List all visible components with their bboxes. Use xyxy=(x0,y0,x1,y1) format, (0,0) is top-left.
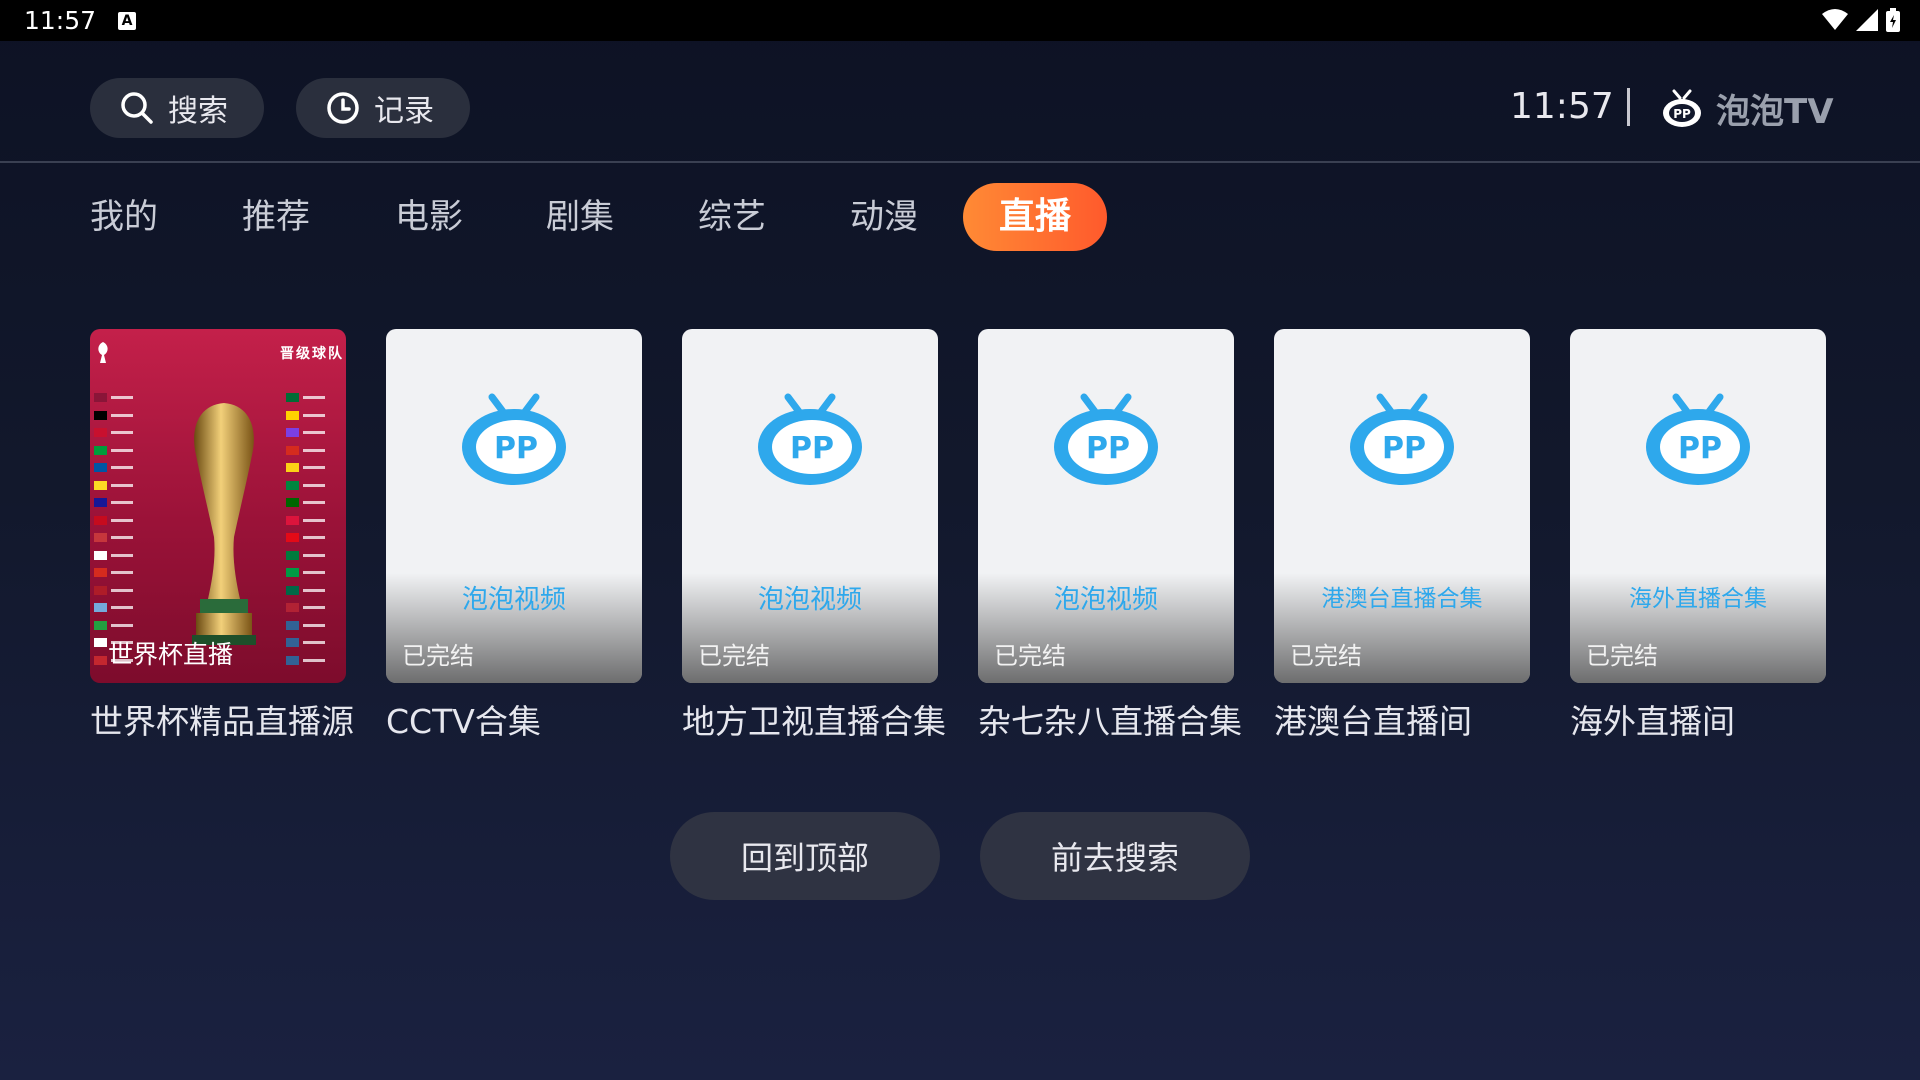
tab-mine[interactable]: 我的 xyxy=(90,183,158,251)
pp-tv-icon: PP xyxy=(1663,89,1701,127)
svg-text:PP: PP xyxy=(790,431,834,466)
history-button[interactable]: 记录 xyxy=(296,78,470,138)
pp-logo-icon: PP xyxy=(1054,393,1158,485)
pp-logo-icon: PP xyxy=(758,393,862,485)
card-status: 已完结 xyxy=(994,642,1066,670)
header-separator xyxy=(1627,88,1630,126)
trophy-icon xyxy=(192,403,256,645)
card-local-tv[interactable]: PP 泡泡视频 已完结 地方卫视直播合集 xyxy=(682,329,946,743)
card-subtitle: 港澳台直播合集 xyxy=(1321,586,1483,612)
brand-name: 泡泡TV xyxy=(1716,92,1834,132)
svg-text:PP: PP xyxy=(1673,107,1691,121)
status-time: 11:57 xyxy=(24,6,97,35)
battery-icon xyxy=(1886,8,1900,32)
card-thumbnail: PP 泡泡视频 已完结 xyxy=(386,329,642,683)
world-cup-emblem-icon xyxy=(98,342,108,363)
card-status: 已完结 xyxy=(1586,642,1658,670)
tab-anime[interactable]: 动漫 xyxy=(850,183,918,251)
svg-text:PP: PP xyxy=(1382,431,1426,466)
card-subtitle: 泡泡视频 xyxy=(461,585,566,615)
clock-icon xyxy=(326,91,360,125)
pp-logo-icon: PP xyxy=(462,393,566,485)
card-title: 港澳台直播间 xyxy=(1274,702,1472,741)
tab-movies[interactable]: 电影 xyxy=(395,183,463,251)
tab-recommend[interactable]: 推荐 xyxy=(242,183,310,251)
card-status: 已完结 xyxy=(402,642,474,670)
tab-variety[interactable]: 综艺 xyxy=(698,183,766,251)
search-label: 搜索 xyxy=(168,94,228,129)
poster-heading: 晋级球队 xyxy=(280,346,344,362)
card-title: 杂七杂八直播合集 xyxy=(978,702,1242,741)
card-world-cup[interactable]: 晋级球队 世界杯直播 世界杯精品直播源 xyxy=(90,329,354,743)
status-bar: 11:57 A xyxy=(0,0,1920,41)
card-title: 世界杯精品直播源 xyxy=(90,702,354,741)
tab-series[interactable]: 剧集 xyxy=(546,183,614,251)
card-subtitle: 泡泡视频 xyxy=(1053,585,1158,615)
header-clock: 11:57 xyxy=(1510,86,1614,127)
card-subtitle: 泡泡视频 xyxy=(757,585,862,615)
svg-text:PP: PP xyxy=(494,431,538,466)
pp-logo-icon: PP xyxy=(1350,393,1454,485)
card-status: 已完结 xyxy=(698,642,770,670)
card-misc[interactable]: PP 泡泡视频 已完结 杂七杂八直播合集 xyxy=(978,329,1242,743)
history-label: 记录 xyxy=(374,94,434,129)
flags-left xyxy=(94,389,133,669)
card-status: 已完结 xyxy=(1290,642,1362,670)
card-title: CCTV合集 xyxy=(386,702,541,741)
tab-live[interactable]: 直播 xyxy=(963,183,1108,251)
card-thumbnail: PP 港澳台直播合集 已完结 xyxy=(1274,329,1530,683)
pp-logo-icon: PP xyxy=(1646,393,1750,485)
flags-right xyxy=(286,389,325,669)
card-cctv[interactable]: PP 泡泡视频 已完结 CCTV合集 xyxy=(386,329,642,743)
go-search-button[interactable]: 前去搜索 xyxy=(980,812,1250,900)
svg-text:PP: PP xyxy=(1086,431,1130,466)
card-hk-macau-taiwan[interactable]: PP 港澳台直播合集 已完结 港澳台直播间 xyxy=(1274,329,1530,743)
card-poster: 晋级球队 世界杯直播 xyxy=(90,329,346,683)
notification-icon: A xyxy=(118,11,137,30)
header-divider xyxy=(0,161,1920,163)
card-title: 海外直播间 xyxy=(1570,702,1735,741)
search-button[interactable]: 搜索 xyxy=(90,78,264,138)
card-subtitle: 海外直播合集 xyxy=(1629,586,1767,612)
card-title: 地方卫视直播合集 xyxy=(682,702,946,741)
poster-label: 世界杯直播 xyxy=(108,640,234,669)
svg-text:PP: PP xyxy=(1678,431,1722,466)
wifi-icon xyxy=(1822,9,1848,30)
brand-logo: PP 泡泡TV xyxy=(1660,84,1834,133)
signal-icon xyxy=(1856,9,1878,31)
card-thumbnail: PP 海外直播合集 已完结 xyxy=(1570,329,1826,683)
card-thumbnail: PP 泡泡视频 已完结 xyxy=(978,329,1234,683)
card-overseas[interactable]: PP 海外直播合集 已完结 海外直播间 xyxy=(1570,329,1826,743)
status-icons xyxy=(1822,8,1900,32)
card-thumbnail: PP 泡泡视频 已完结 xyxy=(682,329,938,683)
back-to-top-button[interactable]: 回到顶部 xyxy=(670,812,940,900)
search-icon xyxy=(120,91,154,125)
